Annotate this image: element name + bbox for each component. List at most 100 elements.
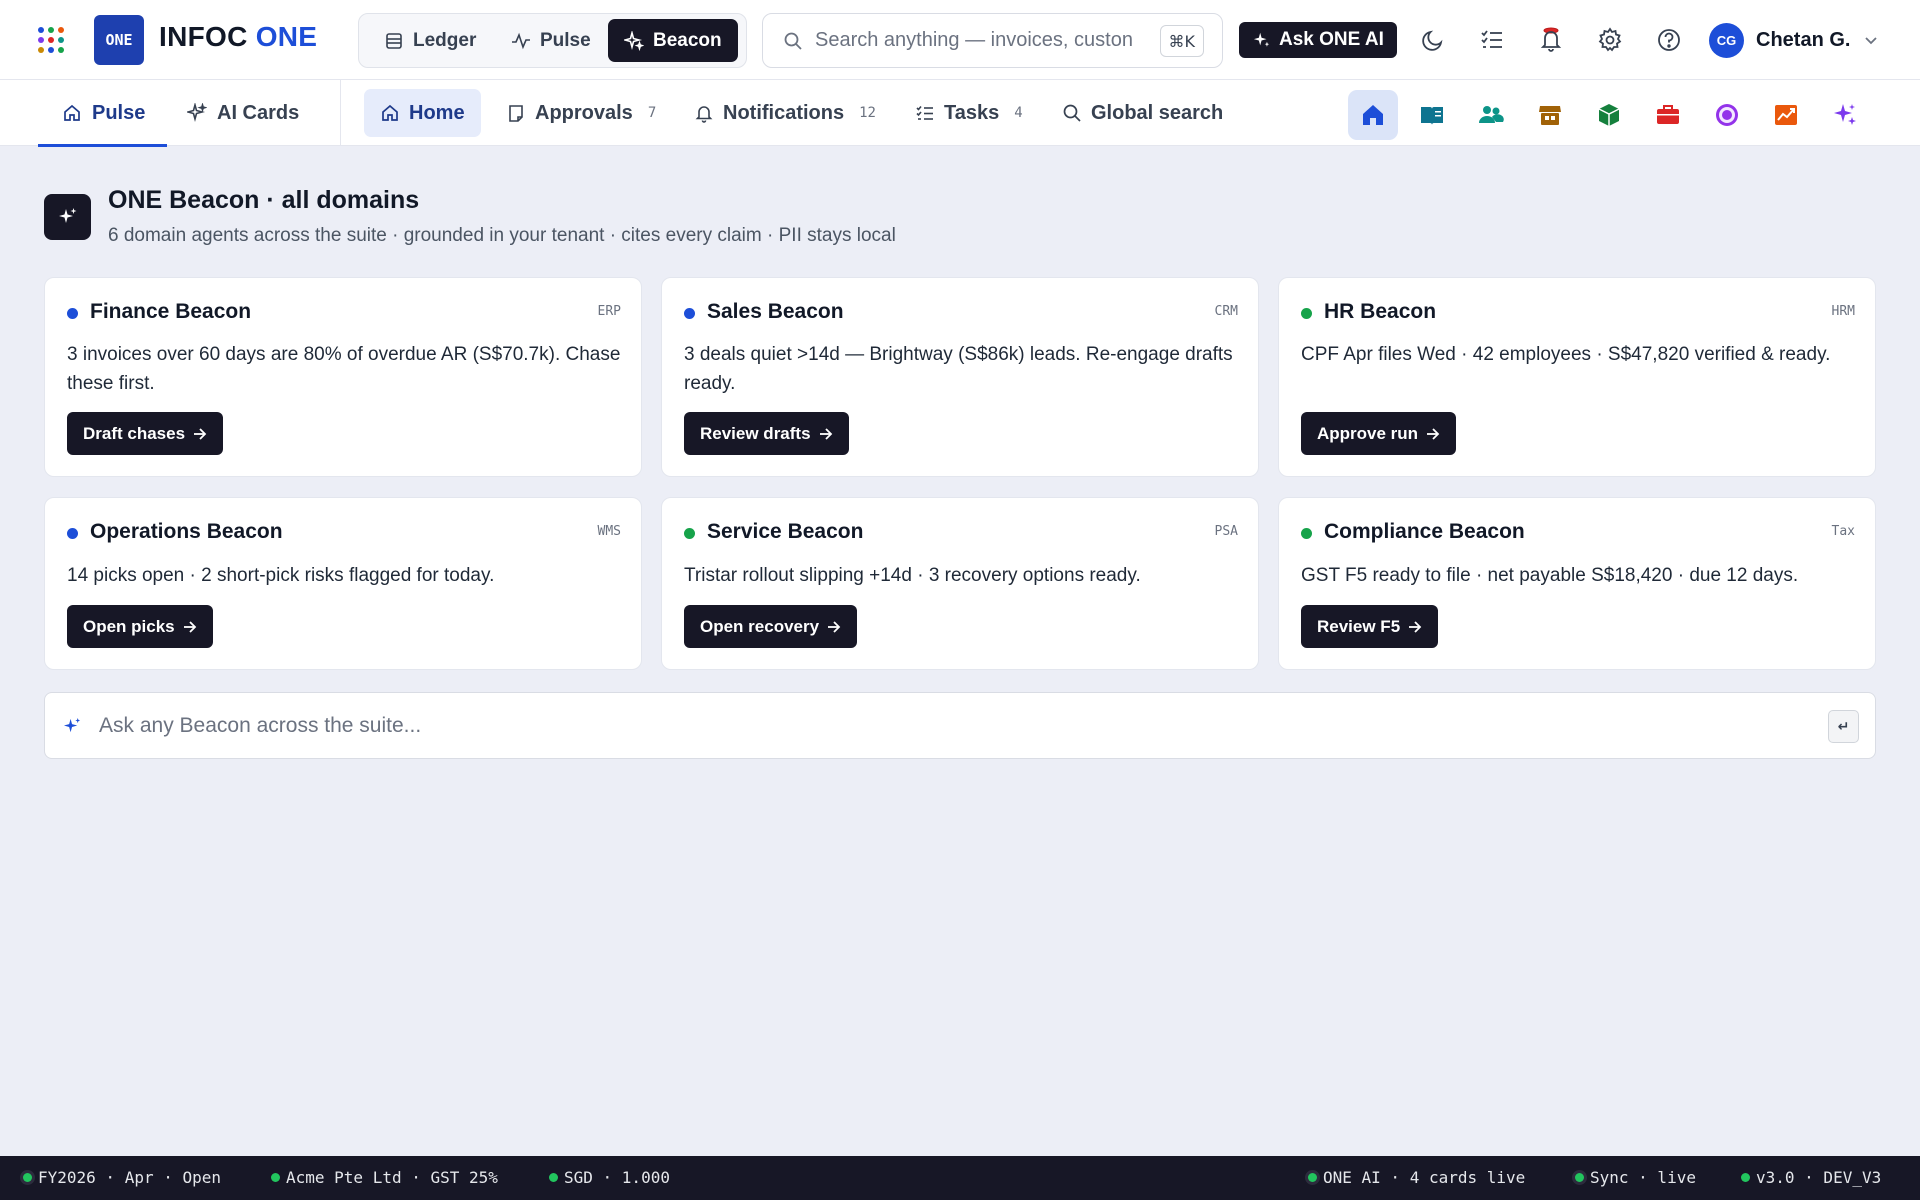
card-body: CPF Apr files Wed · 42 employees · S$47,… bbox=[1301, 344, 1831, 365]
beacon-card-compliance: Compliance Beacon Tax GST F5 ready to fi… bbox=[1278, 497, 1876, 670]
sparkle-icon bbox=[63, 717, 81, 733]
status-dot bbox=[1575, 1173, 1584, 1182]
arrow-right-icon bbox=[194, 427, 207, 440]
domain-tag: Tax bbox=[1831, 524, 1855, 539]
help-icon[interactable] bbox=[1656, 27, 1682, 53]
top-bar: ONE INFOC ONE Ledger Pulse Beacon Search… bbox=[0, 0, 1920, 80]
app-people[interactable] bbox=[1466, 90, 1516, 140]
avatar: CG bbox=[1709, 22, 1744, 58]
arrow-right-icon bbox=[1427, 427, 1440, 440]
home-icon bbox=[64, 104, 80, 121]
checklist-icon[interactable] bbox=[1479, 27, 1505, 53]
nav-home[interactable]: Home bbox=[364, 89, 481, 137]
domain-tag: ERP bbox=[597, 304, 621, 319]
mode-pulse-button[interactable]: Pulse bbox=[495, 19, 607, 62]
status-dot bbox=[1741, 1173, 1750, 1182]
home-icon bbox=[1363, 105, 1383, 125]
ask-placeholder[interactable]: Ask any Beacon across the suite... bbox=[99, 714, 421, 738]
logo: ONE bbox=[94, 15, 144, 65]
status-dot bbox=[23, 1173, 32, 1182]
sparkle-icon bbox=[1834, 104, 1856, 125]
nav-global-search[interactable]: Global search bbox=[1046, 89, 1239, 137]
chevron-down-icon bbox=[1865, 37, 1878, 45]
bell-icon[interactable] bbox=[1538, 27, 1564, 53]
card-body: 3 deals quiet >14d — Brightway (S$86k) l… bbox=[684, 344, 1233, 394]
card-body: GST F5 ready to file · net payable S$18,… bbox=[1301, 565, 1799, 586]
search-shortcut-badge: ⌘K bbox=[1159, 25, 1204, 57]
nav-approvals[interactable]: Approvals 7 bbox=[490, 89, 672, 137]
card-title: Sales Beacon bbox=[707, 300, 844, 323]
mode-ledger-button[interactable]: Ledger bbox=[368, 19, 492, 62]
page-title: ONE Beacon · all domains bbox=[108, 186, 420, 214]
status-ai: ONE AI · 4 cards live bbox=[1308, 1168, 1525, 1187]
sparkle-icon bbox=[187, 103, 207, 123]
app-package[interactable] bbox=[1584, 90, 1634, 140]
checklist-icon bbox=[916, 105, 933, 120]
arrow-right-icon bbox=[819, 427, 832, 440]
beacon-card-hr: HR Beacon HRM CPF Apr files Wed · 42 emp… bbox=[1278, 277, 1876, 477]
nav-tasks[interactable]: Tasks 4 bbox=[899, 89, 1039, 137]
ledger-icon bbox=[386, 32, 402, 49]
divider bbox=[340, 80, 341, 146]
app-store[interactable] bbox=[1525, 90, 1575, 140]
app-ai[interactable] bbox=[1820, 90, 1870, 140]
global-search[interactable]: Search anything — invoices, custon ⌘K bbox=[762, 13, 1223, 68]
enter-key-button[interactable]: ↵ bbox=[1828, 710, 1859, 743]
sub-navigation: Pulse AI Cards Home Approvals 7 Notificat… bbox=[0, 80, 1920, 147]
approve-run-button[interactable]: Approve run bbox=[1301, 412, 1457, 455]
domain-tag: PSA bbox=[1214, 524, 1238, 539]
gear-icon[interactable] bbox=[1597, 27, 1623, 53]
domain-tag: HRM bbox=[1831, 304, 1855, 319]
status-entity: Acme Pte Ltd · GST 25% bbox=[271, 1168, 498, 1187]
book-icon bbox=[1421, 107, 1443, 125]
draft-chases-button[interactable]: Draft chases bbox=[67, 412, 224, 455]
tab-ai-cards[interactable]: AI Cards bbox=[187, 80, 299, 146]
status-dot bbox=[549, 1173, 558, 1182]
status-dot bbox=[67, 528, 78, 539]
beacon-card-operations: Operations Beacon WMS 14 picks open · 2 … bbox=[44, 497, 642, 670]
card-body: Tristar rollout slipping +14d · 3 recove… bbox=[684, 565, 1141, 586]
open-picks-button[interactable]: Open picks bbox=[67, 605, 213, 648]
user-menu[interactable]: CG Chetan G. bbox=[1709, 22, 1878, 58]
ask-beacon-input[interactable]: Ask any Beacon across the suite... ↵ bbox=[44, 692, 1876, 759]
search-input[interactable]: Search anything — invoices, custon bbox=[815, 29, 1150, 52]
sparkle-icon bbox=[1253, 32, 1270, 47]
card-body: 14 picks open · 2 short-pick risks flagg… bbox=[67, 565, 495, 586]
domain-tag: WMS bbox=[597, 524, 621, 539]
card-title: Operations Beacon bbox=[90, 520, 283, 543]
bell-icon bbox=[695, 106, 713, 123]
mode-beacon-button[interactable]: Beacon bbox=[608, 19, 738, 62]
approval-icon bbox=[509, 105, 523, 122]
status-dot bbox=[67, 308, 78, 319]
status-version: v3.0 · DEV_V3 bbox=[1741, 1168, 1881, 1187]
open-recovery-button[interactable]: Open recovery bbox=[684, 605, 858, 648]
beacon-card-sales: Sales Beacon CRM 3 deals quiet >14d — Br… bbox=[661, 277, 1259, 477]
review-drafts-button[interactable]: Review drafts bbox=[684, 412, 849, 455]
people-icon bbox=[1479, 106, 1504, 123]
domain-tag: CRM bbox=[1214, 304, 1238, 319]
app-profile[interactable] bbox=[1702, 90, 1752, 140]
card-body: 3 invoices over 60 days are 80% of overd… bbox=[67, 344, 621, 394]
user-circle-icon bbox=[1716, 104, 1738, 126]
review-f5-button[interactable]: Review F5 bbox=[1301, 605, 1439, 648]
app-grid-icon[interactable] bbox=[36, 25, 66, 55]
status-dot bbox=[1308, 1173, 1317, 1182]
search-icon bbox=[784, 32, 802, 50]
nav-notifications[interactable]: Notifications 12 bbox=[678, 89, 892, 137]
search-icon bbox=[1063, 104, 1081, 122]
briefcase-icon bbox=[1657, 105, 1679, 124]
beacon-logo bbox=[44, 194, 91, 240]
beacon-card-finance: Finance Beacon ERP 3 invoices over 60 da… bbox=[44, 277, 642, 477]
app-home[interactable] bbox=[1348, 90, 1398, 140]
package-icon bbox=[1598, 104, 1620, 126]
app-briefcase[interactable] bbox=[1643, 90, 1693, 140]
app-ledger[interactable] bbox=[1407, 90, 1457, 140]
app-analytics[interactable] bbox=[1761, 90, 1811, 140]
arrow-right-icon bbox=[1409, 620, 1422, 633]
ask-one-ai-button[interactable]: Ask ONE AI bbox=[1239, 22, 1397, 58]
moon-icon[interactable] bbox=[1420, 27, 1446, 53]
brand-name: INFOC ONE bbox=[159, 21, 318, 52]
card-title: HR Beacon bbox=[1324, 300, 1437, 323]
tab-pulse[interactable]: Pulse bbox=[37, 80, 168, 147]
user-name: Chetan G. bbox=[1756, 28, 1851, 51]
